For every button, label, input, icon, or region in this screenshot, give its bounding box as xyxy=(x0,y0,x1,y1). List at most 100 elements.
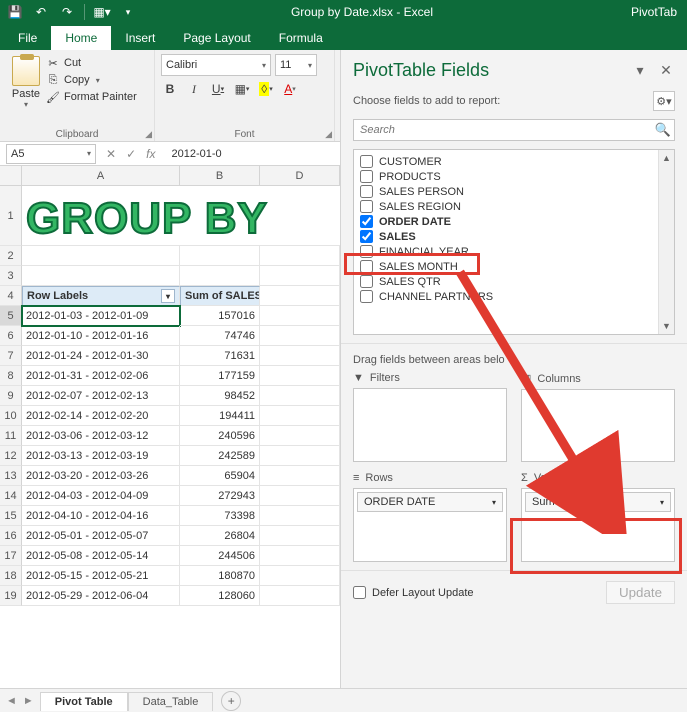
area-rows[interactable]: ≡Rows ORDER DATE▾ xyxy=(353,472,507,562)
table-cell[interactable]: 240596 xyxy=(180,426,260,446)
field-item[interactable]: SALES MONTH xyxy=(356,259,672,274)
field-item[interactable]: SALES xyxy=(356,229,672,244)
enter-icon[interactable]: ✓ xyxy=(126,147,136,161)
row-field-chip[interactable]: ORDER DATE▾ xyxy=(357,492,503,512)
search-icon[interactable]: 🔍 xyxy=(655,122,671,138)
field-checkbox[interactable] xyxy=(360,230,373,243)
table-cell[interactable]: 244506 xyxy=(180,546,260,566)
row-header[interactable]: 8 xyxy=(0,366,22,386)
redo-icon[interactable]: ↷ xyxy=(58,3,76,21)
table-cell[interactable]: 180870 xyxy=(180,566,260,586)
area-filters[interactable]: ▼Filters xyxy=(353,372,507,462)
field-checkbox[interactable] xyxy=(360,200,373,213)
gear-icon[interactable]: ⚙▾ xyxy=(653,91,675,111)
field-item[interactable]: PRODUCTS xyxy=(356,169,672,184)
fx-icon[interactable]: fx xyxy=(146,147,155,161)
font-color-button[interactable]: A▾ xyxy=(281,80,299,98)
row-header[interactable]: 19 xyxy=(0,586,22,606)
sheet-nav-next-icon[interactable]: ► xyxy=(23,695,34,707)
table-cell[interactable]: 2012-05-08 - 2012-05-14 xyxy=(22,546,180,566)
tab-page-layout[interactable]: Page Layout xyxy=(169,26,264,50)
dialog-launcher-icon[interactable]: ◢ xyxy=(325,129,332,140)
table-cell[interactable]: 2012-05-01 - 2012-05-07 xyxy=(22,526,180,546)
table-cell[interactable]: 128060 xyxy=(180,586,260,606)
area-columns[interactable]: ▥Columns xyxy=(521,372,675,462)
table-cell[interactable]: 74746 xyxy=(180,326,260,346)
col-header-d[interactable]: D xyxy=(260,166,340,185)
tab-file[interactable]: File xyxy=(4,26,51,50)
field-checkbox[interactable] xyxy=(360,245,373,258)
col-header-b[interactable]: B xyxy=(180,166,260,185)
scroll-down-icon[interactable]: ▼ xyxy=(659,318,674,334)
scroll-up-icon[interactable]: ▲ xyxy=(659,150,674,166)
row-header[interactable]: 15 xyxy=(0,506,22,526)
pane-dropdown-icon[interactable]: ▾ xyxy=(631,62,649,80)
field-item[interactable]: FINANCIAL YEAR xyxy=(356,244,672,259)
field-checkbox[interactable] xyxy=(360,290,373,303)
table-cell[interactable]: 71631 xyxy=(180,346,260,366)
sheet-tab[interactable]: Data_Table xyxy=(128,692,214,711)
field-item[interactable]: ORDER DATE xyxy=(356,214,672,229)
table-cell[interactable]: 2012-03-20 - 2012-03-26 xyxy=(22,466,180,486)
save-icon[interactable]: 💾 xyxy=(6,3,24,21)
table-cell[interactable]: 242589 xyxy=(180,446,260,466)
copy-button[interactable]: ⎘Copy▾ xyxy=(46,73,137,87)
field-item[interactable]: SALES PERSON xyxy=(356,184,672,199)
update-button[interactable]: Update xyxy=(606,581,675,604)
qat-customize-icon[interactable]: ▾ xyxy=(119,3,137,21)
qat-menu-icon[interactable]: ▦▾ xyxy=(93,3,111,21)
scrollbar[interactable]: ▲ ▼ xyxy=(658,150,674,334)
row-header[interactable]: 12 xyxy=(0,446,22,466)
cancel-icon[interactable]: ✕ xyxy=(106,147,116,161)
underline-button[interactable]: U▾ xyxy=(209,80,227,98)
field-checkbox[interactable] xyxy=(360,185,373,198)
field-checkbox[interactable] xyxy=(360,170,373,183)
name-box[interactable]: A5▾ xyxy=(6,144,96,164)
row-header[interactable]: 3 xyxy=(0,266,22,286)
border-button[interactable]: ▦▾ xyxy=(233,80,251,98)
row-header[interactable]: 1 xyxy=(0,186,22,246)
pivot-header-rowlabels[interactable]: Row Labels▾ xyxy=(22,286,180,306)
row-header[interactable]: 5 xyxy=(0,306,22,326)
table-cell[interactable]: 2012-02-14 - 2012-02-20 xyxy=(22,406,180,426)
fill-color-button[interactable]: ◊▾ xyxy=(257,80,275,98)
area-values[interactable]: ΣValues Sum of SALES▾ xyxy=(521,472,675,562)
row-header[interactable]: 6 xyxy=(0,326,22,346)
field-checkbox[interactable] xyxy=(360,215,373,228)
row-header[interactable]: 4 xyxy=(0,286,22,306)
field-item[interactable]: CHANNEL PARTNERS xyxy=(356,289,672,304)
row-header[interactable]: 10 xyxy=(0,406,22,426)
sheet-nav-prev-icon[interactable]: ◄ xyxy=(6,695,17,707)
table-cell[interactable]: 2012-03-06 - 2012-03-12 xyxy=(22,426,180,446)
tab-formulas[interactable]: Formula xyxy=(265,26,337,50)
paste-button[interactable]: Paste ▾ xyxy=(6,54,46,127)
search-input[interactable] xyxy=(353,119,675,141)
row-header[interactable]: 18 xyxy=(0,566,22,586)
row-header[interactable]: 17 xyxy=(0,546,22,566)
table-cell[interactable]: 73398 xyxy=(180,506,260,526)
table-cell[interactable]: 2012-01-03 - 2012-01-09 xyxy=(22,306,180,326)
table-cell[interactable]: 272943 xyxy=(180,486,260,506)
field-checkbox[interactable] xyxy=(360,155,373,168)
font-name-combo[interactable]: Calibri▾ xyxy=(161,54,271,76)
tab-insert[interactable]: Insert xyxy=(111,26,169,50)
format-painter-button[interactable]: 🖌Format Painter xyxy=(46,90,137,104)
table-cell[interactable]: 2012-02-07 - 2012-02-13 xyxy=(22,386,180,406)
bold-button[interactable]: B xyxy=(161,80,179,98)
table-cell[interactable]: 2012-01-31 - 2012-02-06 xyxy=(22,366,180,386)
font-size-combo[interactable]: 11▾ xyxy=(275,54,317,76)
row-header[interactable]: 13 xyxy=(0,466,22,486)
table-cell[interactable]: 2012-05-29 - 2012-06-04 xyxy=(22,586,180,606)
add-sheet-button[interactable]: + xyxy=(221,691,241,711)
cut-button[interactable]: ✂Cut xyxy=(46,56,137,70)
close-icon[interactable]: ✕ xyxy=(657,62,675,80)
field-item[interactable]: CUSTOMER xyxy=(356,154,672,169)
table-cell[interactable]: 2012-01-24 - 2012-01-30 xyxy=(22,346,180,366)
field-item[interactable]: SALES QTR xyxy=(356,274,672,289)
row-header[interactable]: 7 xyxy=(0,346,22,366)
table-cell[interactable]: 157016 xyxy=(180,306,260,326)
sheet-tab-active[interactable]: Pivot Table xyxy=(40,692,128,711)
table-cell[interactable]: 2012-01-10 - 2012-01-16 xyxy=(22,326,180,346)
table-cell[interactable]: 2012-05-15 - 2012-05-21 xyxy=(22,566,180,586)
table-cell[interactable]: 2012-04-10 - 2012-04-16 xyxy=(22,506,180,526)
